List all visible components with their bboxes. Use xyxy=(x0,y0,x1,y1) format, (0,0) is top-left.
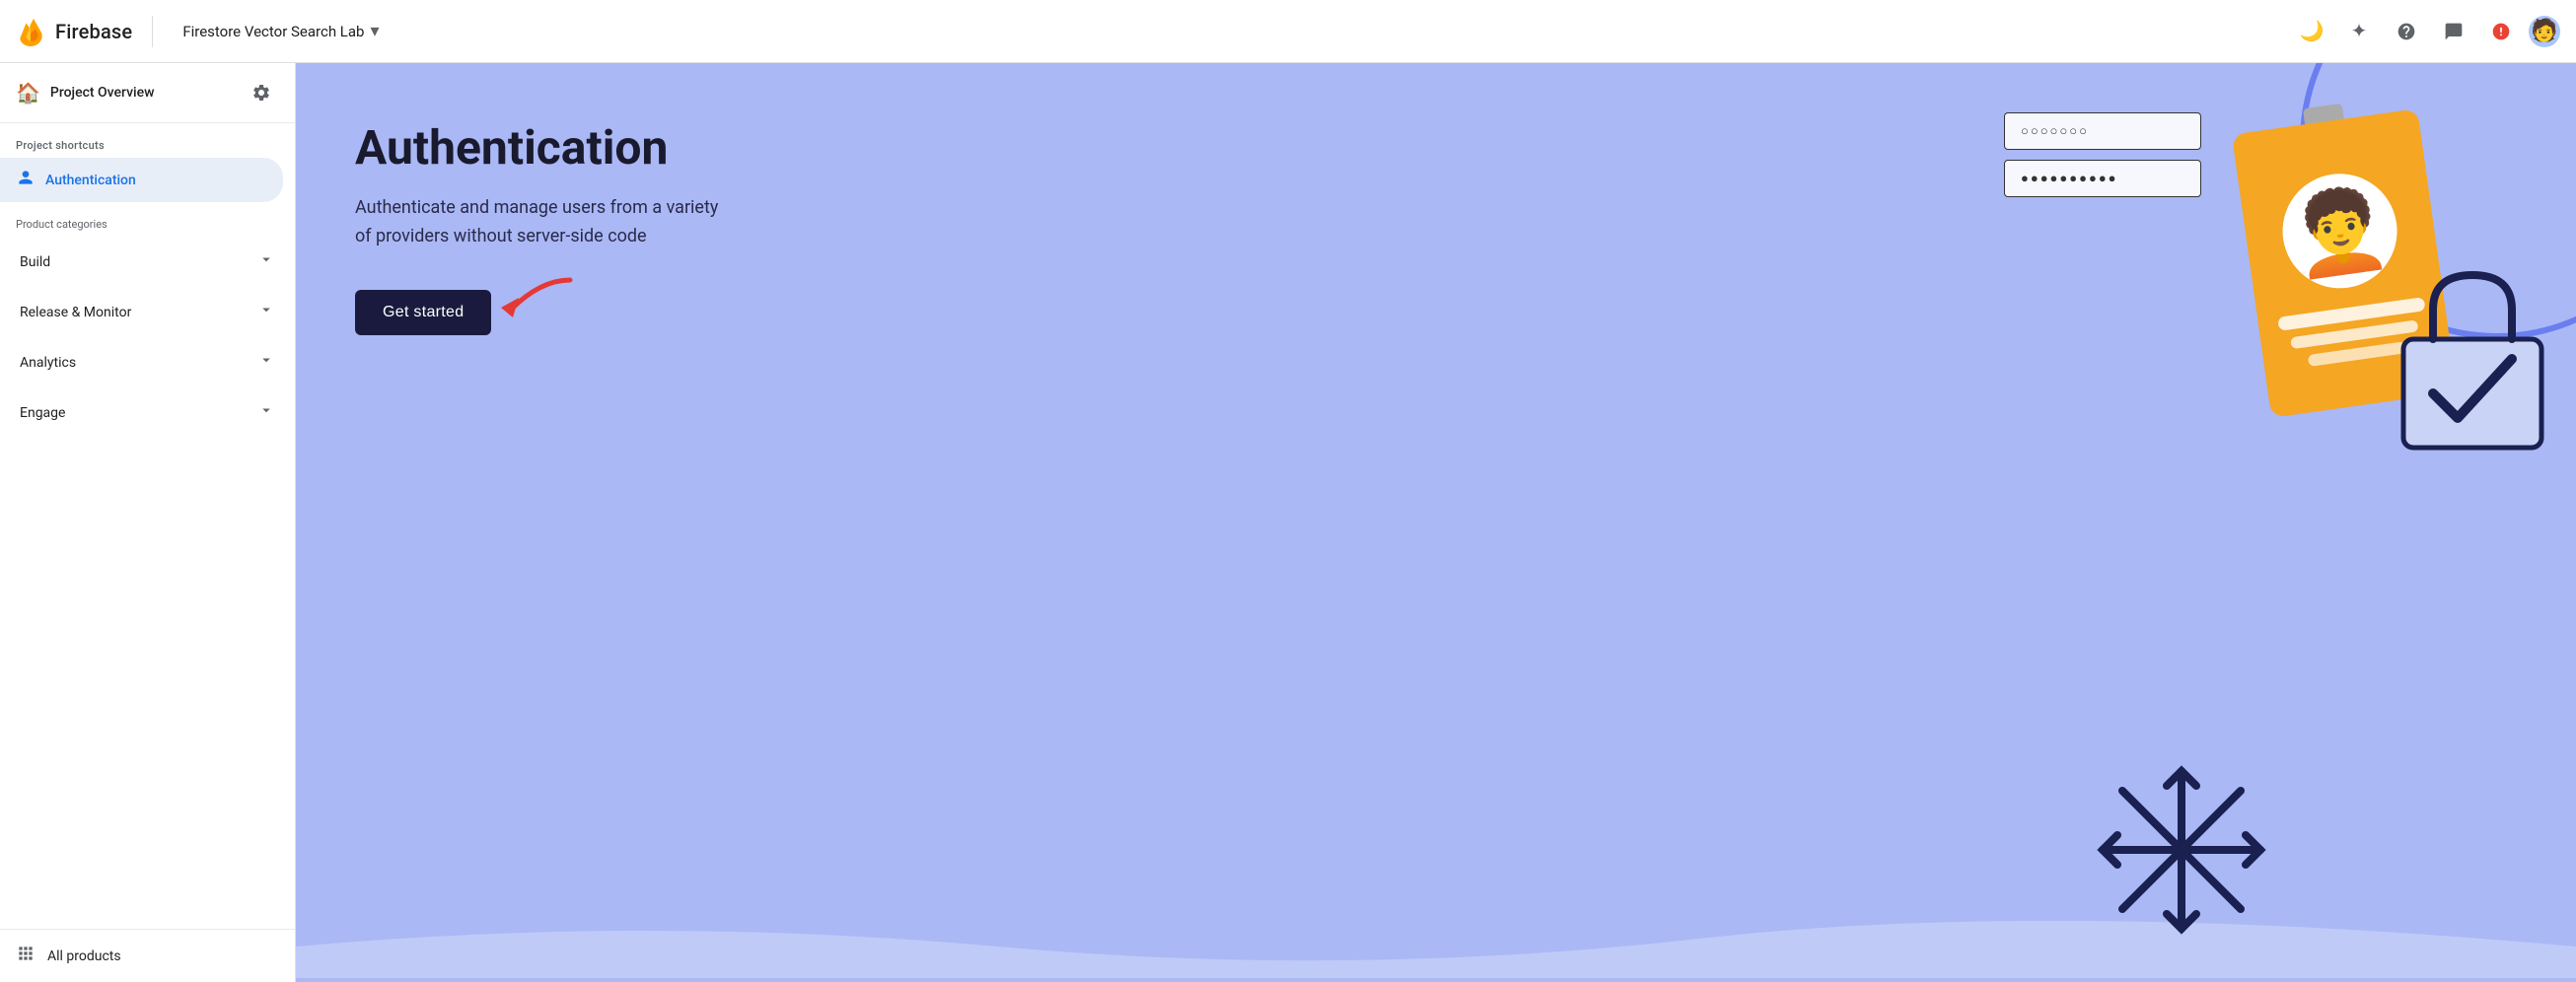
chevron-down-icon xyxy=(257,250,275,273)
chevron-down-icon-4 xyxy=(257,401,275,424)
app-header: Firebase Firestore Vector Search Lab ▾ 🌙… xyxy=(0,0,2576,63)
dark-mode-button[interactable]: 🌙 xyxy=(2292,12,2331,51)
home-icon: 🏠 xyxy=(16,81,40,105)
cta-with-arrow: Get started xyxy=(355,290,491,335)
firebase-flame-icon xyxy=(16,17,45,46)
settings-button[interactable] xyxy=(244,75,279,110)
release-monitor-label: Release & Monitor xyxy=(20,305,131,320)
engage-label: Engage xyxy=(20,405,65,421)
sidebar-item-engage[interactable]: Engage xyxy=(4,389,291,436)
chevron-down-icon-3 xyxy=(257,351,275,374)
header-right: 🌙 ✦ 🧑 xyxy=(2292,12,2560,51)
sidebar-item-authentication[interactable]: Authentication xyxy=(0,158,283,202)
help-button[interactable] xyxy=(2387,12,2426,51)
header-divider xyxy=(152,16,153,47)
notifications-button[interactable] xyxy=(2434,12,2473,51)
input-boxes-illustration: ○○○○○○○ ●●●●●●●●●● xyxy=(2004,112,2201,207)
sidebar-item-analytics[interactable]: Analytics xyxy=(4,339,291,386)
input-box-username: ○○○○○○○ xyxy=(2004,112,2201,150)
main-layout: 🏠 Project Overview Project shortcuts Aut… xyxy=(0,63,2576,982)
project-selector[interactable]: Firestore Vector Search Lab ▾ xyxy=(173,15,389,47)
firebase-logo[interactable]: Firebase xyxy=(16,17,132,46)
analytics-label: Analytics xyxy=(20,355,76,371)
firebase-brand-name: Firebase xyxy=(55,20,132,43)
lock-illustration xyxy=(2389,260,2556,461)
project-overview-section: 🏠 Project Overview xyxy=(0,63,295,123)
get-started-button[interactable]: Get started xyxy=(355,290,491,335)
page-description: Authenticate and manage users from a var… xyxy=(355,194,730,251)
chevron-down-icon: ▾ xyxy=(370,21,379,41)
build-label: Build xyxy=(20,254,50,270)
project-name: Firestore Vector Search Lab xyxy=(182,23,364,40)
page-title: Authentication xyxy=(355,122,730,175)
svg-text:🧑‍🦱: 🧑‍🦱 xyxy=(2285,178,2396,285)
project-shortcuts-label: Project shortcuts xyxy=(0,123,295,158)
user-avatar[interactable]: 🧑 xyxy=(2529,16,2560,47)
header-left: Firebase Firestore Vector Search Lab ▾ xyxy=(16,15,390,47)
spark-button[interactable]: ✦ xyxy=(2339,12,2379,51)
grid-icon xyxy=(16,944,36,968)
all-products-label: All products xyxy=(47,948,121,964)
sidebar: 🏠 Project Overview Project shortcuts Aut… xyxy=(0,63,296,982)
content-area: Authentication Authenticate and manage u… xyxy=(296,63,789,394)
all-products-item[interactable]: All products xyxy=(0,929,295,982)
input-box-password: ●●●●●●●●●● xyxy=(2004,160,2201,197)
chevron-down-icon-2 xyxy=(257,301,275,323)
project-overview-text: Project Overview xyxy=(50,85,155,101)
asterisk-shape-illustration xyxy=(2093,761,2270,943)
product-categories-label: Product categories xyxy=(0,202,295,237)
main-content: ○○○○○○○ ●●●●●●●●●● 🧑‍🦱 xyxy=(296,63,2576,982)
alerts-button[interactable] xyxy=(2481,12,2521,51)
sidebar-item-build[interactable]: Build xyxy=(4,239,291,285)
arrow-annotation xyxy=(481,270,580,333)
project-overview-link[interactable]: 🏠 Project Overview xyxy=(16,81,232,105)
sidebar-item-release-monitor[interactable]: Release & Monitor xyxy=(4,289,291,335)
person-icon xyxy=(16,168,36,192)
authentication-label: Authentication xyxy=(45,173,136,188)
